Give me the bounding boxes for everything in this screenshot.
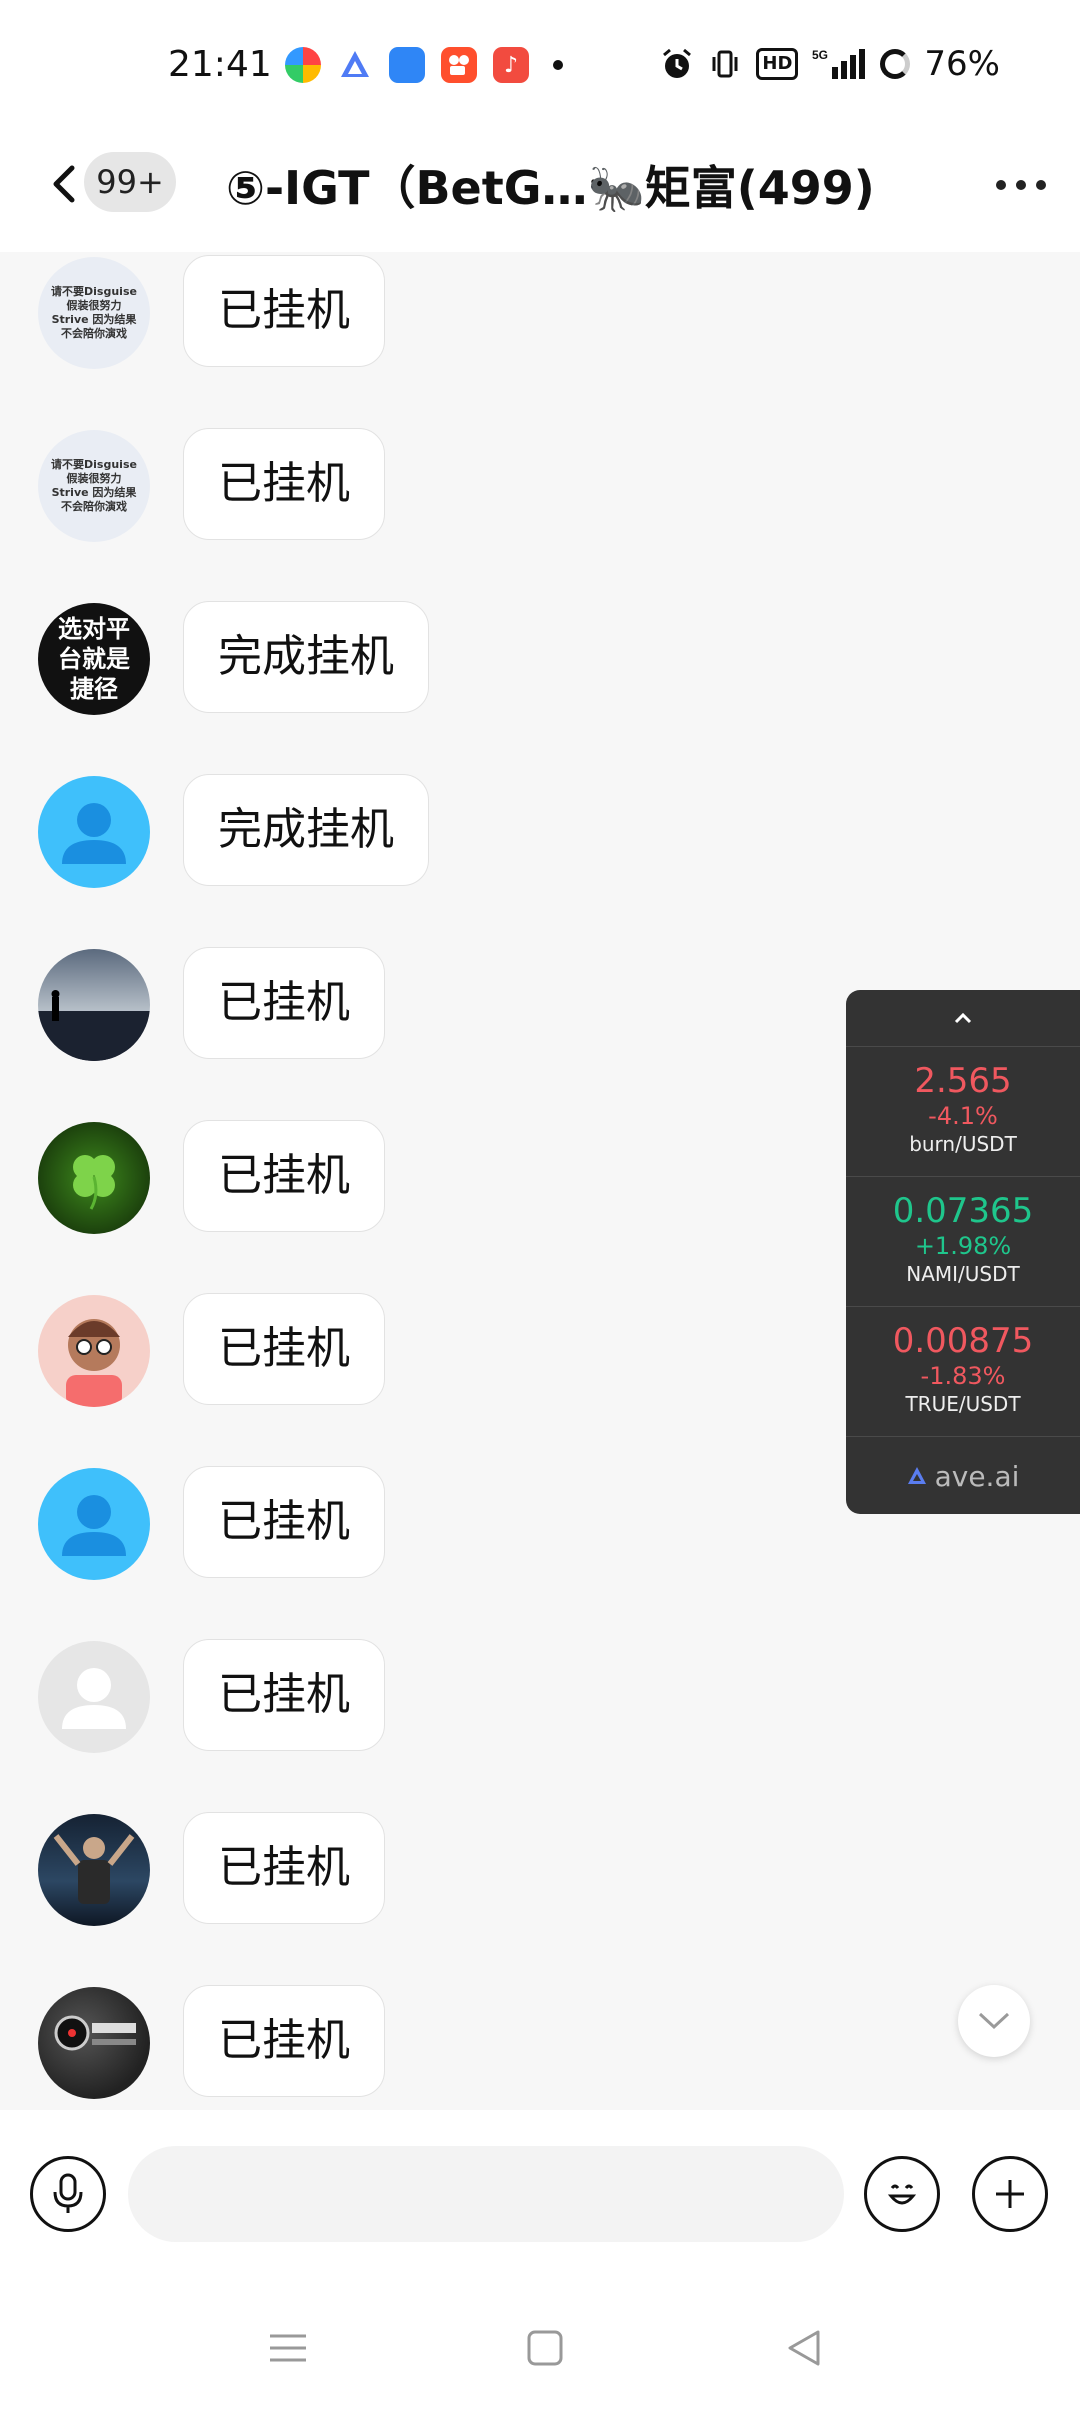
chevron-up-icon bbox=[954, 1012, 972, 1024]
avatar[interactable] bbox=[38, 1987, 150, 2099]
avatar-text: 请不要Disguise 假装很努力 Strive 因为结果 不会陪你演戏 bbox=[51, 458, 137, 513]
pinwheel-app-icon bbox=[285, 47, 321, 83]
status-bar: 21:41 ♪ HD 5G 76% bbox=[0, 0, 1080, 130]
default-person-icon bbox=[62, 1668, 126, 1729]
menu-icon bbox=[270, 2334, 306, 2362]
collapse-widget-button[interactable] bbox=[846, 990, 1080, 1047]
home-icon bbox=[527, 2330, 563, 2366]
ticker-price: 0.00875 bbox=[892, 1321, 1034, 1361]
avatar[interactable] bbox=[38, 949, 150, 1061]
microphone-icon bbox=[53, 2173, 83, 2213]
ticker-row-nami[interactable]: 0.07365 +1.98% NAMI/USDT bbox=[846, 1177, 1080, 1307]
price-ticker-widget[interactable]: 2.565 -4.1% burn/USDT 0.07365 +1.98% NAM… bbox=[846, 990, 1080, 1514]
more-actions-button[interactable] bbox=[972, 2156, 1048, 2232]
emoji-button[interactable] bbox=[864, 2156, 940, 2232]
message-row: 完成挂机 bbox=[0, 774, 1080, 888]
avatar[interactable] bbox=[38, 1814, 150, 1926]
avatar[interactable]: 请不要Disguise 假装很努力 Strive 因为结果 不会陪你演戏 bbox=[38, 430, 150, 542]
chat-header: 99+ ⑤-IGT（BetG…🐜矩富(499) bbox=[0, 130, 1080, 252]
status-time: 21:41 bbox=[168, 44, 272, 85]
scroll-to-bottom-button[interactable] bbox=[958, 1985, 1030, 2057]
ticker-price: 2.565 bbox=[914, 1061, 1012, 1101]
home-button[interactable] bbox=[517, 2320, 573, 2376]
vibrate-icon bbox=[708, 47, 742, 81]
status-right: HD 5G 76% bbox=[660, 44, 1000, 84]
message-bubble[interactable]: 已挂机 bbox=[183, 1985, 385, 2097]
hd-icon: HD bbox=[756, 48, 799, 80]
signal-icon: 5G bbox=[812, 47, 866, 81]
message-bubble[interactable]: 已挂机 bbox=[183, 1120, 385, 1232]
input-bar bbox=[0, 2110, 1080, 2280]
message-input[interactable] bbox=[128, 2146, 844, 2242]
brand-label: ave.ai bbox=[934, 1459, 1020, 1493]
dashboard-photo-icon bbox=[54, 2015, 136, 2051]
ticker-pair: TRUE/USDT bbox=[905, 1392, 1021, 1416]
message-bubble[interactable]: 已挂机 bbox=[183, 428, 385, 540]
silhouette-photo-icon bbox=[38, 990, 150, 1061]
ticker-pair: burn/USDT bbox=[909, 1132, 1017, 1156]
default-person-icon bbox=[62, 1495, 126, 1556]
message-row: 已挂机 bbox=[0, 1812, 1080, 1926]
avatar[interactable] bbox=[38, 776, 150, 888]
system-nav-bar bbox=[0, 2280, 1080, 2412]
more-dot bbox=[1036, 180, 1046, 190]
message-bubble[interactable]: 已挂机 bbox=[183, 1466, 385, 1578]
avatar-text: 选对平台就是捷径 bbox=[58, 615, 130, 703]
message-row: 请不要Disguise 假装很努力 Strive 因为结果 不会陪你演戏 已挂机 bbox=[0, 428, 1080, 542]
clover-icon bbox=[73, 1155, 115, 1210]
svg-text:5G: 5G bbox=[812, 48, 828, 62]
avatar[interactable]: 选对平台就是捷径 bbox=[38, 603, 150, 715]
avatar[interactable] bbox=[38, 1641, 150, 1753]
ticker-change: -1.83% bbox=[920, 1362, 1006, 1390]
ticker-row-true[interactable]: 0.00875 -1.83% TRUE/USDT bbox=[846, 1307, 1080, 1437]
music-app-icon: ♪ bbox=[493, 47, 529, 83]
blue-app-icon bbox=[389, 47, 425, 83]
system-back-button[interactable] bbox=[776, 2320, 832, 2376]
message-row: 已挂机 bbox=[0, 1985, 1080, 2099]
message-row: 请不要Disguise 假装很努力 Strive 因为结果 不会陪你演戏 已挂机 bbox=[0, 255, 1080, 369]
battery-percent: 76% bbox=[924, 44, 1000, 84]
ticker-change: -4.1% bbox=[928, 1102, 998, 1130]
avatar[interactable] bbox=[38, 1295, 150, 1407]
more-dot bbox=[1016, 180, 1026, 190]
more-notifications-dot bbox=[553, 60, 563, 70]
message-bubble[interactable]: 已挂机 bbox=[183, 1293, 385, 1405]
message-bubble[interactable]: 已挂机 bbox=[183, 947, 385, 1059]
avatar-text: 请不要Disguise 假装很努力 Strive 因为结果 不会陪你演戏 bbox=[51, 285, 137, 340]
chat-title[interactable]: ⑤-IGT（BetG…🐜矩富(499) bbox=[226, 152, 875, 218]
message-row: 已挂机 bbox=[0, 1639, 1080, 1753]
back-icon bbox=[788, 2330, 820, 2366]
message-bubble[interactable]: 完成挂机 bbox=[183, 774, 429, 886]
avatar[interactable]: 请不要Disguise 假装很努力 Strive 因为结果 不会陪你演戏 bbox=[38, 257, 150, 369]
kuaishou-app-icon bbox=[441, 47, 477, 83]
emoji-icon bbox=[887, 2184, 917, 2205]
voice-button[interactable] bbox=[30, 2156, 106, 2232]
plus-icon bbox=[996, 2180, 1024, 2208]
ave-logo-icon bbox=[907, 1467, 926, 1484]
menu-button[interactable] bbox=[260, 2320, 316, 2376]
message-bubble[interactable]: 已挂机 bbox=[183, 1639, 385, 1751]
message-row: 选对平台就是捷径 完成挂机 bbox=[0, 601, 1080, 715]
ave-app-icon bbox=[337, 47, 373, 83]
brand-footer[interactable]: ave.ai bbox=[846, 1437, 1080, 1515]
more-options-button[interactable] bbox=[996, 180, 1046, 190]
ticker-pair: NAMI/USDT bbox=[906, 1262, 1020, 1286]
avatar[interactable] bbox=[38, 1468, 150, 1580]
ticker-change: +1.98% bbox=[914, 1232, 1012, 1260]
more-dot bbox=[996, 180, 1006, 190]
unread-badge[interactable]: 99+ bbox=[84, 152, 176, 212]
alarm-icon bbox=[660, 47, 694, 81]
message-bubble[interactable]: 已挂机 bbox=[183, 1812, 385, 1924]
person-photo-icon bbox=[53, 1834, 135, 1904]
cartoon-face-icon bbox=[66, 1319, 122, 1407]
avatar[interactable] bbox=[38, 1122, 150, 1234]
battery-icon bbox=[880, 49, 911, 79]
default-person-icon bbox=[62, 803, 126, 864]
message-bubble[interactable]: 完成挂机 bbox=[183, 601, 429, 713]
chevron-down-icon bbox=[978, 2012, 1010, 2030]
ticker-price: 0.07365 bbox=[892, 1191, 1034, 1231]
message-bubble[interactable]: 已挂机 bbox=[183, 255, 385, 367]
ticker-row-burn[interactable]: 2.565 -4.1% burn/USDT bbox=[846, 1047, 1080, 1177]
notification-icons: ♪ bbox=[285, 47, 563, 83]
